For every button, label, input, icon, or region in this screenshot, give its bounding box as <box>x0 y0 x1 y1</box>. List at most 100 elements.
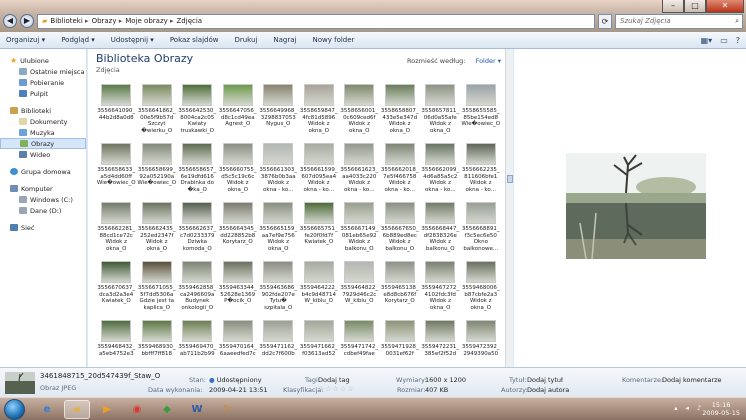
file-tile[interactable]: 3556668891_ f3c5ec6e50 Okno balkonowe... <box>461 200 502 259</box>
explorer-icon[interactable]: ▰ <box>64 400 90 419</box>
file-tile[interactable]: 3556671055_ 5f7dd5306a Gdzie jest ta kap… <box>137 259 178 318</box>
file-tile[interactable]: 3556662281_ 88cd1ce72c Widok z okna_O <box>96 200 137 259</box>
file-tile[interactable]: 3559471742_ cdbef49fae <box>339 318 380 367</box>
nav-drive-d[interactable]: Dane (D:) <box>0 205 86 216</box>
file-tile[interactable]: 3558657811_ 06d0a55afe Widok z okna_O <box>420 82 461 141</box>
file-tile[interactable]: 3556667149_ 081eb65e92 Widok z balkonu_O <box>339 200 380 259</box>
file-tile[interactable]: 3558659847_ 4fc81d5896 Widok z okna_O <box>299 82 340 141</box>
file-tile[interactable]: 3559463686_ 902fde207e Tytu� szpitala_O <box>258 259 299 318</box>
file-tile[interactable]: 3559464222_ b4c9d48714 W_kiblu_O <box>299 259 340 318</box>
file-tile[interactable]: 3559462858_ ca2496609a Budynek onkologii… <box>177 259 218 318</box>
file-tile[interactable]: 3559463344_ 52628e1369 P�ocik_O <box>218 259 259 318</box>
file-tile[interactable]: 3559472231_ 385ef2f52d <box>420 318 461 367</box>
nav-drive-c[interactable]: Windows (C:) <box>0 194 86 205</box>
nav-libraries[interactable]: Biblioteki <box>0 105 86 116</box>
file-tile[interactable]: 3556658699_ 92a052190a Wie�owiec_O <box>137 141 178 200</box>
file-tile[interactable]: 3558656001_ 0c609ced6f Widok z okna_O <box>339 82 380 141</box>
nav-music[interactable]: Muzyka <box>0 127 86 138</box>
file-tile[interactable]: 3559471162_ dd2c7f600b <box>258 318 299 367</box>
address-bar[interactable]: ▰ Biblioteki Obrazy Moje obrazy Zdjęcia <box>37 13 595 29</box>
file-tile[interactable]: 3559470164_ 6aaeedfed7c <box>218 318 259 367</box>
clock[interactable]: 15:16 2009-05-15 <box>702 401 740 417</box>
word-icon[interactable]: W <box>184 400 210 419</box>
file-tile[interactable]: 3556664345_ dd228852b8 Korytarz_O <box>218 200 259 259</box>
file-tile[interactable]: 3556668447_ df2838326e Widok z balkonu_O <box>420 200 461 259</box>
file-tile[interactable]: 3556647056_ d8c1cd49ea Agrest_O <box>218 82 259 141</box>
authors-field[interactable]: Dodaj autora <box>527 386 569 394</box>
nav-videos[interactable]: Wideo <box>0 149 86 160</box>
nav-recent[interactable]: Ostatnie miejsca <box>0 66 86 77</box>
file-tile[interactable]: 3558658807_ 433e5e347d Widok z okna_O <box>380 82 421 141</box>
file-tile[interactable]: 3556667650_ 6b889ed8ec Widok z balkonu_O <box>380 200 421 259</box>
print-button[interactable]: Drukuj <box>234 36 257 44</box>
file-tile[interactable]: 3556665159_ aa7ef9e756 Widok z okna_O <box>258 200 299 259</box>
help-icon[interactable]: ? <box>736 36 740 45</box>
forward-button[interactable]: ▶ <box>20 14 34 28</box>
file-tile[interactable]: 3559464822_ 7929d46c2c W_kiblu_O <box>339 259 380 318</box>
preview-pane-icon[interactable]: ▭ <box>720 36 728 45</box>
chrome-icon[interactable]: ◉ <box>124 400 150 419</box>
file-tile[interactable]: 3559467272_ 4102fdc3fd Widok z okna_O <box>420 259 461 318</box>
nav-computer[interactable]: Komputer <box>0 183 86 194</box>
file-tile[interactable]: 3556641862_ 00e5f9b57d Szczyt �wierku_O <box>137 82 178 141</box>
breadcrumb-libraries[interactable]: Biblioteki <box>50 17 88 25</box>
burn-button[interactable]: Nagraj <box>273 36 296 44</box>
file-tile[interactable]: 3556661623_ aa4033c220 Widok z okna - ko… <box>339 141 380 200</box>
ie-icon[interactable]: e <box>34 400 60 419</box>
search-input[interactable]: Szukaj Zdjęcia ⌕ <box>615 13 743 29</box>
file-tile[interactable]: 3558655585_ 85be154ed8 Wie�owiec_O <box>461 82 502 141</box>
breadcrumb-pictures[interactable]: Obrazy <box>92 17 123 25</box>
start-button[interactable] <box>4 399 25 420</box>
breadcrumb-my-pictures[interactable]: Moje obrazy <box>125 17 173 25</box>
nav-favorites[interactable]: ★ Ulubione <box>0 55 86 66</box>
slideshow-button[interactable]: Pokaz slajdów <box>170 36 219 44</box>
file-tile[interactable]: 3559468432_ a5eb4752e3 <box>96 318 137 367</box>
file-tile[interactable]: 3556641090_ 44b2d8a0d8 <box>96 82 137 141</box>
file-tile[interactable]: 3556662637_ c7d0233379 Dziwka komoda_O <box>177 200 218 259</box>
vertical-scrollbar[interactable] <box>505 49 513 367</box>
nav-homegroup[interactable]: Grupa domowa <box>0 166 86 177</box>
nav-documents[interactable]: Dokumenty <box>0 116 86 127</box>
refresh-button[interactable]: ⟳ <box>598 13 612 29</box>
app-icon[interactable]: ◆ <box>154 400 180 419</box>
file-tile[interactable]: 3559469470_ ab711b2b99 <box>177 318 218 367</box>
file-tile[interactable]: 3556661303_ 3876b0b3aa Widok z okna - ko… <box>258 141 299 200</box>
file-tile[interactable]: 3556670637_ dca3d2a3e4 Kwiatek_O <box>96 259 137 318</box>
preview-button[interactable]: Podgląd ▾ <box>61 36 95 44</box>
file-tile[interactable]: 3556661599_ 607d095ea4 Widok z okna - ko… <box>299 141 340 200</box>
breadcrumb-photos[interactable]: Zdjęcia <box>177 17 203 25</box>
title-field[interactable]: Dodaj tytuł <box>527 376 563 384</box>
view-options-icon[interactable]: ▦▾ <box>701 36 713 45</box>
file-tile[interactable]: 3556649968_ 3298837053 Nygus_O <box>258 82 299 141</box>
file-tile[interactable]: 3556662435_ 252ed2347f Widok z okna_O <box>137 200 178 259</box>
system-tray[interactable]: ▴ ◂ ♪ <box>674 404 704 412</box>
file-tile[interactable]: 3556662235_ 811606bfe1 Widok z okna - ko… <box>461 141 502 200</box>
rating-stars[interactable]: ☆☆☆☆☆ <box>318 385 354 393</box>
search-icon[interactable]: ⌕ <box>735 17 742 26</box>
nav-pictures[interactable]: Obrazy <box>0 138 86 149</box>
file-tile[interactable]: 3556665751_ fe20f0fd7f Kwiatek_O <box>299 200 340 259</box>
nav-network[interactable]: Sieć <box>0 222 86 233</box>
paint-icon[interactable]: ✎ <box>214 400 240 419</box>
nav-downloads[interactable]: Pobieranie <box>0 77 86 88</box>
file-tile[interactable]: 3556658633_ a5d4dd60ff Wie�owiec_O <box>96 141 137 200</box>
file-tile[interactable]: 3556642530_ 8004ca2c05 Kwiaty truskawki_… <box>177 82 218 141</box>
file-tile[interactable]: 3556662018_ 7e5f466758 Widok z okna - ko… <box>380 141 421 200</box>
file-tile[interactable]: 3556658657_ 6e19dfd616 Drabinka do �ka_O <box>177 141 218 200</box>
file-tile[interactable]: 3559468930_ bbfff7ff818 <box>137 318 178 367</box>
tags-field[interactable]: Dodaj tag <box>318 376 350 384</box>
comments-field[interactable]: Dodaj komentarze <box>662 376 722 384</box>
new-folder-button[interactable]: Nowy folder <box>313 36 355 44</box>
file-tile[interactable]: 3559471662_ f03613ad52 <box>299 318 340 367</box>
file-tile[interactable]: 3559468006_ b87cbfe2a3 Widok z okna_O <box>461 259 502 318</box>
media-player-icon[interactable]: ▶ <box>94 400 120 419</box>
arrange-dropdown[interactable]: Folder ▾ <box>476 57 501 65</box>
file-tile[interactable]: 3559472392_ 2949390a50 <box>461 318 502 367</box>
nav-desktop[interactable]: Pulpit <box>0 88 86 99</box>
organize-button[interactable]: Organizuj ▾ <box>6 36 45 44</box>
share-button[interactable]: Udostępnij ▾ <box>111 36 154 44</box>
scrollbar-thumb[interactable] <box>507 175 513 183</box>
file-tile[interactable]: 3556662099_ 4d6a85a5c2 Widok z okna - ko… <box>420 141 461 200</box>
file-tile[interactable]: 3559471928_ 0031ef62f <box>380 318 421 367</box>
file-tile[interactable]: 3559465138_ e8d8cb676f Korytarz_O <box>380 259 421 318</box>
